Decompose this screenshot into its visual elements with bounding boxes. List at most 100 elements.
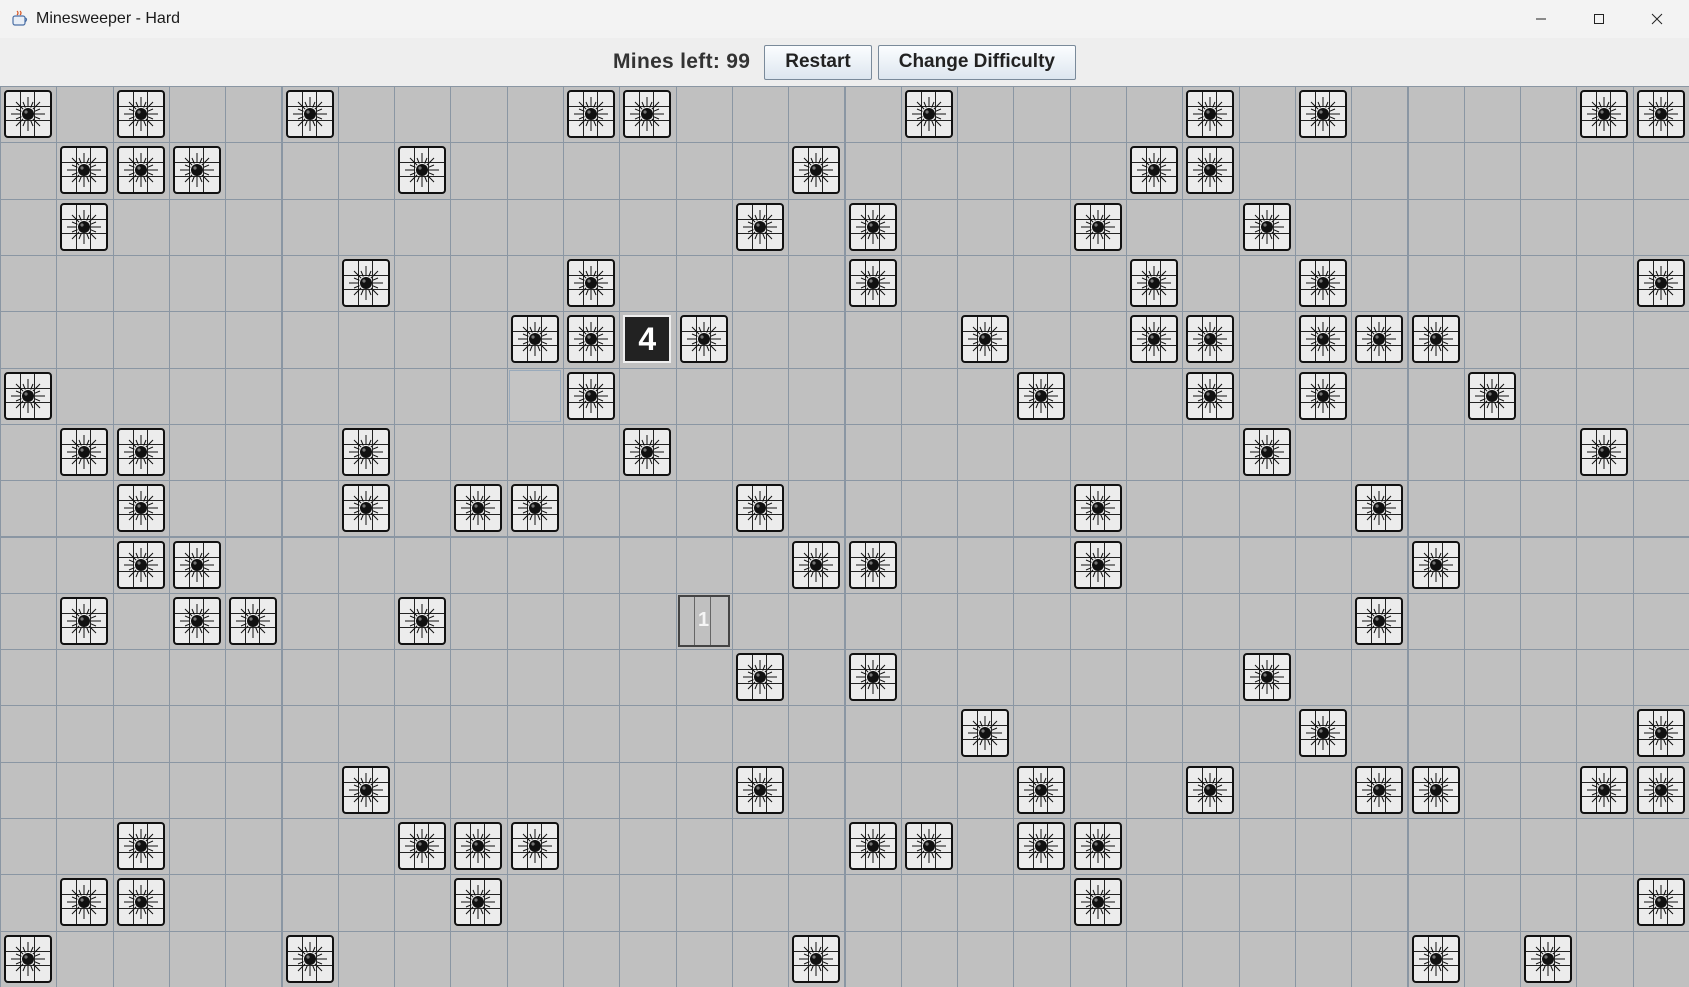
hidden-cell[interactable] — [844, 86, 902, 144]
hidden-cell[interactable] — [1520, 874, 1578, 932]
mine-cell[interactable] — [225, 592, 283, 651]
hidden-cell[interactable] — [1520, 592, 1578, 651]
hidden-cell[interactable] — [1576, 705, 1634, 763]
hidden-cell[interactable] — [1126, 930, 1184, 987]
hidden-cell[interactable] — [1069, 649, 1127, 707]
hidden-cell[interactable] — [1126, 874, 1184, 932]
hidden-cell[interactable] — [619, 705, 677, 763]
mine-cell[interactable] — [1407, 311, 1465, 369]
mine-cell[interactable] — [112, 536, 170, 594]
hidden-cell[interactable] — [0, 705, 58, 763]
hidden-cell[interactable] — [563, 818, 621, 876]
hidden-cell[interactable] — [225, 254, 283, 313]
mine-cell[interactable] — [56, 592, 114, 651]
hidden-cell[interactable] — [1294, 818, 1353, 876]
hidden-cell[interactable] — [1294, 592, 1353, 651]
hidden-cell[interactable] — [1238, 818, 1296, 876]
hidden-cell[interactable] — [675, 761, 733, 820]
mine-cell[interactable] — [1238, 198, 1296, 256]
mine-cell[interactable] — [1126, 254, 1184, 313]
hidden-cell[interactable] — [225, 480, 283, 538]
hidden-cell[interactable] — [788, 705, 846, 763]
mine-cell[interactable] — [1294, 254, 1353, 313]
hidden-cell[interactable] — [1407, 705, 1465, 763]
hidden-cell[interactable] — [225, 761, 283, 820]
hidden-cell[interactable] — [168, 480, 227, 538]
hidden-cell[interactable] — [1126, 198, 1184, 256]
hidden-cell[interactable] — [1013, 480, 1071, 538]
mine-cell[interactable] — [1351, 311, 1409, 369]
mine-cell[interactable] — [337, 761, 396, 820]
hidden-cell[interactable] — [281, 761, 339, 820]
hidden-cell[interactable] — [337, 198, 396, 256]
hidden-cell[interactable] — [957, 818, 1015, 876]
hidden-cell[interactable] — [619, 198, 677, 256]
mine-cell[interactable] — [1182, 311, 1240, 369]
hidden-cell[interactable] — [168, 198, 227, 256]
hidden-cell[interactable] — [1351, 818, 1409, 876]
hidden-cell[interactable] — [394, 761, 452, 820]
mine-cell[interactable] — [844, 254, 902, 313]
hidden-cell[interactable] — [563, 705, 621, 763]
hidden-cell[interactable] — [1632, 198, 1689, 256]
hidden-cell[interactable] — [1576, 536, 1634, 594]
hidden-cell[interactable] — [450, 930, 508, 987]
hidden-cell[interactable] — [788, 254, 846, 313]
hidden-cell[interactable] — [281, 311, 339, 369]
hidden-cell[interactable] — [900, 930, 959, 987]
hidden-cell[interactable] — [957, 930, 1015, 987]
hidden-cell[interactable] — [394, 705, 452, 763]
hidden-cell[interactable] — [1520, 423, 1578, 482]
hidden-cell[interactable] — [957, 480, 1015, 538]
mine-cell[interactable] — [506, 480, 564, 538]
hidden-cell[interactable] — [957, 423, 1015, 482]
hidden-cell[interactable] — [563, 874, 621, 932]
mine-cell[interactable] — [0, 86, 58, 144]
mine-cell[interactable] — [1013, 818, 1071, 876]
hidden-cell[interactable] — [1351, 367, 1409, 425]
hidden-cell[interactable] — [1238, 311, 1296, 369]
mine-cell[interactable] — [168, 592, 227, 651]
hidden-cell[interactable] — [1294, 198, 1353, 256]
hidden-cell[interactable] — [1238, 86, 1296, 144]
hidden-cell[interactable] — [1520, 198, 1578, 256]
hidden-cell[interactable] — [281, 254, 339, 313]
hidden-cell[interactable] — [1463, 198, 1522, 256]
hidden-cell[interactable] — [1520, 367, 1578, 425]
mine-cell[interactable] — [563, 254, 621, 313]
hidden-cell[interactable] — [1294, 874, 1353, 932]
mine-cell[interactable] — [844, 818, 902, 876]
hidden-cell[interactable] — [112, 592, 170, 651]
hidden-cell[interactable] — [56, 86, 114, 144]
mine-cell[interactable] — [900, 86, 959, 144]
hidden-cell[interactable] — [563, 930, 621, 987]
hidden-cell[interactable] — [844, 480, 902, 538]
hidden-cell[interactable] — [394, 254, 452, 313]
hidden-cell[interactable] — [1351, 86, 1409, 144]
hidden-cell[interactable] — [788, 480, 846, 538]
hidden-cell[interactable] — [337, 874, 396, 932]
mine-cell[interactable] — [112, 86, 170, 144]
hidden-cell[interactable] — [957, 536, 1015, 594]
hidden-cell[interactable] — [1182, 254, 1240, 313]
mine-cell[interactable] — [1069, 874, 1127, 932]
hidden-cell[interactable] — [675, 86, 733, 144]
hidden-cell[interactable] — [1632, 592, 1689, 651]
hidden-cell[interactable] — [0, 536, 58, 594]
hidden-cell[interactable] — [788, 86, 846, 144]
hidden-cell[interactable] — [1013, 705, 1071, 763]
mine-cell[interactable] — [281, 930, 339, 987]
mine-cell[interactable] — [1069, 536, 1127, 594]
mine-cell[interactable] — [1576, 761, 1634, 820]
mine-cell[interactable] — [1238, 423, 1296, 482]
hidden-cell[interactable] — [731, 536, 790, 594]
hidden-cell[interactable] — [0, 254, 58, 313]
hidden-cell[interactable] — [1351, 705, 1409, 763]
hidden-cell[interactable] — [1632, 142, 1689, 200]
hidden-cell[interactable] — [168, 874, 227, 932]
hidden-cell[interactable] — [56, 930, 114, 987]
hidden-cell[interactable] — [1238, 142, 1296, 200]
hidden-cell[interactable] — [337, 311, 396, 369]
mine-cell[interactable] — [1632, 254, 1689, 313]
hidden-cell[interactable] — [1013, 254, 1071, 313]
